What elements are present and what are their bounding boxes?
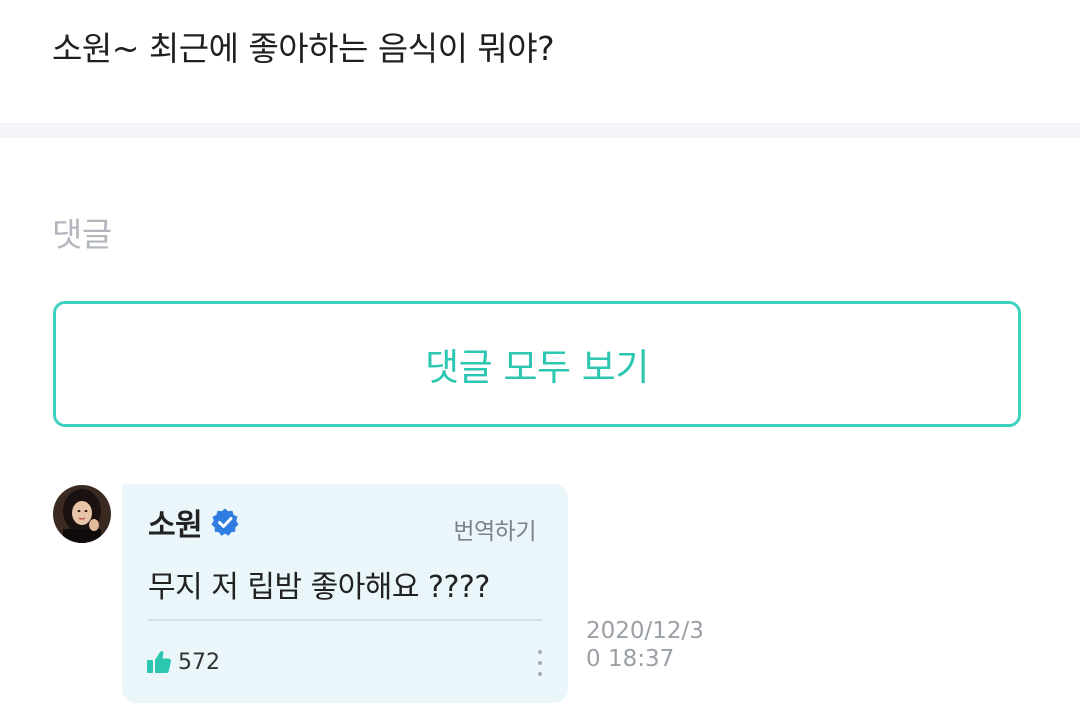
comment-timestamp: 2020/12/30 18:37 (586, 618, 704, 672)
thumbs-up-icon (146, 649, 172, 675)
avatar[interactable] (53, 485, 111, 543)
section-divider (0, 123, 1080, 138)
more-dot (538, 672, 542, 676)
post-question-text: 소원~ 최근에 좋아하는 음식이 뭐야? (52, 29, 555, 68)
like-count: 572 (178, 649, 220, 675)
post-detail-page: 소원~ 최근에 좋아하는 음식이 뭐야? 댓글 댓글 모두 보기 소원 번역하기… (0, 0, 1080, 721)
comment-author-name[interactable]: 소원 (148, 500, 203, 544)
like-button[interactable]: 572 (146, 649, 220, 675)
comments-heading: 댓글 (52, 215, 112, 254)
more-vertical-icon[interactable] (534, 650, 546, 676)
view-all-comments-button[interactable]: 댓글 모두 보기 (53, 301, 1021, 427)
comment-author-row: 소원 (148, 500, 240, 544)
comment-divider (148, 619, 542, 621)
comment-text: 무지 저 립밤 좋아해요 ???? (148, 570, 490, 605)
translate-button[interactable]: 번역하기 (453, 512, 536, 546)
more-dot (538, 650, 542, 654)
more-dot (538, 661, 542, 665)
verified-badge-icon (210, 507, 240, 537)
comment-card: 소원 번역하기 무지 저 립밤 좋아해요 ???? 572 (122, 484, 568, 703)
